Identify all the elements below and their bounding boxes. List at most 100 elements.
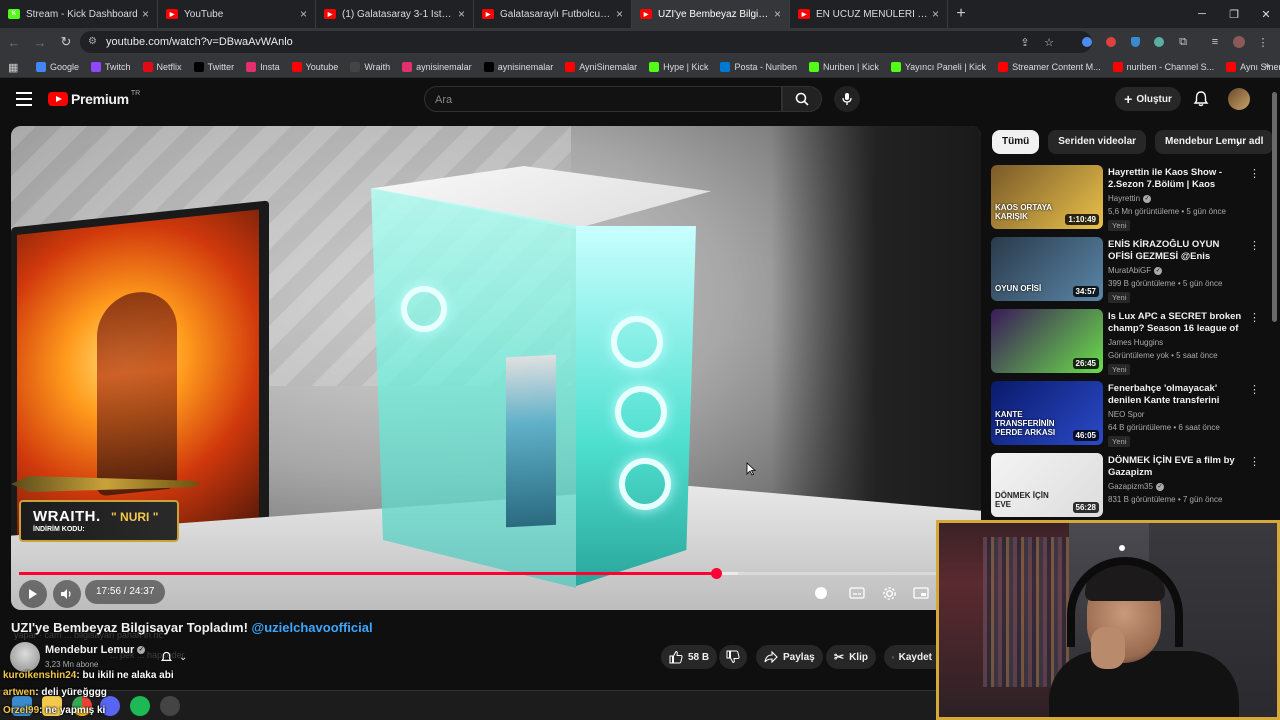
clip-button[interactable]: ✂ Klip [826, 645, 876, 669]
bookmark-item[interactable]: Yayıncı Paneli | Kick [885, 61, 992, 72]
save-button[interactable]: Kaydet [884, 645, 940, 669]
recommendation-channel[interactable]: NEO Spor [1108, 410, 1144, 419]
bookmark-item[interactable]: Insta [240, 61, 286, 72]
recommendation-item[interactable]: 26:45 Is Lux APC a SECRET broken champ? S… [991, 309, 1261, 375]
recommendation-item[interactable]: DÖNMEK İÇİN EVE 56:28 DÖNMEK İÇİN EVE a fi… [991, 453, 1261, 519]
browser-tab[interactable]: ▶ YouTube × [158, 0, 316, 28]
filter-chip[interactable]: Mendebur Lemur adl [1155, 130, 1274, 154]
bookmark-item[interactable]: Twitter [188, 61, 241, 72]
recommendation-item[interactable]: OYUN OFİSİ 34:57 ENİS KİRAZOĞLU OYUN OFİSİ… [991, 237, 1261, 303]
browser-menu-icon[interactable]: ⋮ [1254, 32, 1272, 52]
recommendation-channel[interactable]: MuratAbiGF ✓ [1108, 266, 1163, 275]
extension-icon[interactable] [1102, 32, 1120, 52]
filter-chip[interactable]: Tümü [992, 130, 1040, 154]
filter-chip[interactable]: Seriden videolar [1048, 130, 1147, 154]
video-thumbnail[interactable]: KANTE TRANSFERİNİN PERDE ARKASI 46:05 [991, 381, 1103, 445]
search-button[interactable] [782, 86, 822, 112]
tab-close-icon[interactable]: × [616, 7, 623, 21]
video-player[interactable]: WRAITH. " NURI " İNDİRİM KODU: 17:56 / 2… [11, 126, 981, 610]
subscription-bell-button[interactable]: ⌄ [160, 647, 210, 667]
title-mention-link[interactable]: @uzielchavoofficial [252, 620, 373, 635]
youtube-premium-logo[interactable]: Premium TR [48, 90, 140, 107]
volume-button[interactable] [53, 580, 81, 608]
share-button[interactable]: Paylaş [756, 645, 823, 669]
more-options-icon[interactable]: ⋮ [1249, 239, 1260, 252]
browser-tab[interactable]: ▶ Galatasaraylı Futbolcu Ahmed K × [474, 0, 632, 28]
reload-button[interactable]: ↻ [54, 30, 78, 54]
site-info-icon[interactable]: ⚙ [88, 36, 100, 48]
close-window-button[interactable]: ✕ [1250, 0, 1280, 28]
account-avatar[interactable] [1228, 88, 1250, 110]
back-button[interactable]: ← [2, 30, 26, 54]
browser-tab[interactable]: K Stream - Kick Dashboard × [0, 0, 158, 28]
recommendation-item[interactable]: KAOS ORTAYA KARIŞIK 1:10:49 Hayrettin ile … [991, 165, 1261, 231]
video-thumbnail[interactable]: KAOS ORTAYA KARIŞIK 1:10:49 [991, 165, 1103, 229]
bookmark-item[interactable]: AyniSinemalar [559, 61, 643, 72]
extensions-puzzle-icon[interactable]: ⧉ [1174, 32, 1192, 52]
search-input[interactable]: Ara [424, 86, 782, 112]
bookmark-item[interactable]: Google [30, 61, 85, 72]
media-controls-icon[interactable]: ≡ [1206, 32, 1224, 52]
tab-close-icon[interactable]: × [774, 7, 781, 21]
bookmark-item[interactable]: aynisinemalar [396, 61, 478, 72]
forward-button[interactable]: → [28, 30, 52, 54]
recommendation-item[interactable]: KANTE TRANSFERİNİN PERDE ARKASI 46:05 Fene… [991, 381, 1261, 447]
voice-search-button[interactable] [834, 86, 860, 112]
bookmark-star-icon[interactable]: ☆ [1040, 32, 1058, 52]
more-bookmarks-icon[interactable]: » [1264, 60, 1270, 72]
video-duration: 56:28 [1072, 502, 1099, 513]
bookmark-item[interactable]: Streamer Content M... [992, 61, 1107, 72]
miniplayer-button[interactable] [911, 584, 931, 602]
recommendation-channel[interactable]: Gazapizm35 ✓ [1108, 482, 1164, 491]
play-button[interactable] [19, 580, 47, 608]
bookmark-item[interactable]: nuriben - Channel S... [1107, 61, 1221, 72]
bookmark-item[interactable]: Youtube [286, 61, 345, 72]
more-options-icon[interactable]: ⋮ [1249, 383, 1260, 396]
address-bar[interactable]: ⚙ youtube.com/watch?v=DBwaAvWAnlo [80, 31, 1092, 53]
progress-bar[interactable] [19, 568, 973, 579]
tab-close-icon[interactable]: × [142, 7, 149, 21]
dislike-button[interactable] [719, 645, 747, 669]
maximize-button[interactable]: ❐ [1218, 0, 1250, 28]
notifications-bell-icon[interactable] [1192, 90, 1210, 108]
bookmark-item[interactable]: Posta - Nuriben [714, 61, 803, 72]
bookmark-item[interactable]: Aynı Sinemalar - Ça... [1220, 61, 1280, 72]
bookmark-item[interactable]: Netflix [137, 61, 188, 72]
more-options-icon[interactable]: ⋮ [1249, 455, 1260, 468]
bookmark-item[interactable]: Nuriben | Kick [803, 61, 885, 72]
extension-icon[interactable] [1078, 32, 1096, 52]
autoplay-toggle[interactable] [811, 584, 831, 602]
video-thumbnail[interactable]: OYUN OFİSİ 34:57 [991, 237, 1103, 301]
chevron-right-icon[interactable]: › [1236, 135, 1240, 150]
subtitles-button[interactable] [847, 584, 867, 602]
browser-tab[interactable]: ▶ EN UCUZ MENÜLERİ YEDİK! (7 × [790, 0, 948, 28]
tab-close-icon[interactable]: × [458, 7, 465, 21]
recommendation-channel[interactable]: James Huggins [1108, 338, 1163, 347]
browser-tab[interactable]: ▶ UZI'ye Bembeyaz Bilgisayar Top × [632, 0, 790, 28]
like-button[interactable]: 58 B [661, 645, 718, 669]
install-app-icon[interactable]: ⇪ [1016, 32, 1034, 52]
bookmark-item[interactable]: Twitch [85, 61, 137, 72]
scrollbar-thumb[interactable] [1272, 92, 1277, 322]
new-tab-button[interactable]: + [948, 5, 974, 23]
tab-close-icon[interactable]: × [300, 7, 307, 21]
browser-tab[interactable]: ▶ (1) Galatasaray 3-1 İstanbulspo × [316, 0, 474, 28]
create-button[interactable]: + Oluştur [1115, 87, 1181, 111]
extension-icon[interactable] [1150, 32, 1168, 52]
shield-extension-icon[interactable] [1126, 32, 1144, 52]
profile-icon[interactable] [1230, 32, 1248, 52]
guide-menu-icon[interactable] [16, 92, 32, 106]
more-options-icon[interactable]: ⋮ [1249, 167, 1260, 180]
video-thumbnail[interactable]: 26:45 [991, 309, 1103, 373]
bookmark-item[interactable]: Hype | Kick [643, 61, 714, 72]
recommendation-channel[interactable]: Hayrettin ✓ [1108, 194, 1152, 203]
settings-button[interactable] [879, 584, 899, 602]
apps-grid-icon[interactable]: ▦ [8, 61, 18, 74]
more-options-icon[interactable]: ⋮ [1249, 311, 1260, 324]
bookmark-item[interactable]: aynisinemalar [478, 61, 560, 72]
video-thumbnail[interactable]: DÖNMEK İÇİN EVE 56:28 [991, 453, 1103, 517]
bookmark-item[interactable]: Wraith [344, 61, 396, 72]
channel-name[interactable]: Mendebur Lemur ✓ [45, 644, 146, 656]
tab-close-icon[interactable]: × [932, 7, 939, 21]
minimize-button[interactable]: ─ [1186, 0, 1218, 28]
